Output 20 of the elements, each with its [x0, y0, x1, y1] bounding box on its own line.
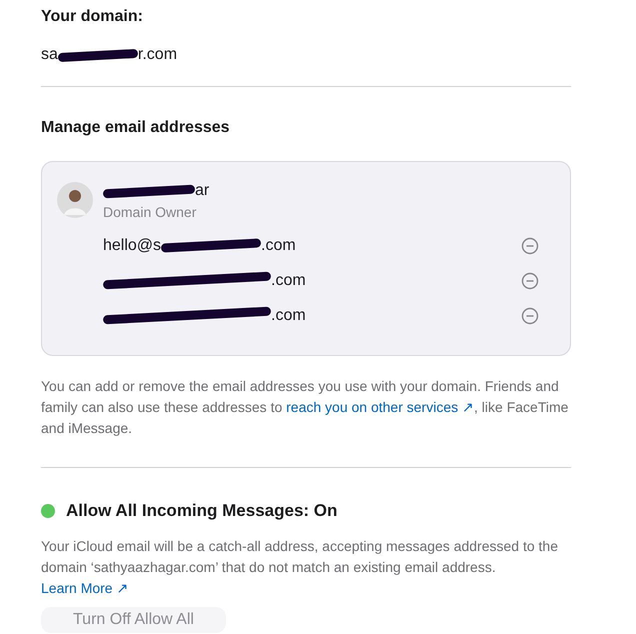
help-text: Your iCloud email will be a catch-all address, accepting messages addressed to the domain ‘sathyaazhagar.com’ that do not match an existing email address. Learn More ↗ — [41, 537, 559, 598]
email-address: hello@s — [103, 236, 162, 256]
remove-icon[interactable] — [521, 236, 539, 254]
turn-off-button[interactable]: Turn Off Allow All — [41, 607, 226, 633]
domain-text: sa — [41, 45, 58, 65]
email-address: .com — [271, 306, 306, 326]
help-text: You can add or remove the email addresses you use with your domain. Friends and family can also use these addresses to reach you on other services ↗, like FaceTime and iMessage. — [41, 377, 570, 438]
section-heading: Manage email addresses — [41, 118, 231, 138]
email-address: .com — [271, 270, 306, 290]
email-address: .com — [261, 236, 296, 256]
section-heading: Your domain: — [41, 7, 144, 27]
domain-text: r.com — [138, 45, 178, 65]
learn-more-link[interactable]: Learn More ↗ — [41, 580, 128, 596]
avatar-icon — [57, 182, 93, 218]
remove-icon[interactable] — [521, 272, 539, 290]
services-link[interactable]: reach you on other services ↗ — [286, 399, 474, 415]
remove-icon[interactable] — [521, 306, 539, 324]
section-heading: Allow All Incoming Messages: On — [66, 500, 338, 522]
owner-name: ar — [195, 181, 210, 201]
owner-role: Domain Owner — [103, 204, 198, 220]
